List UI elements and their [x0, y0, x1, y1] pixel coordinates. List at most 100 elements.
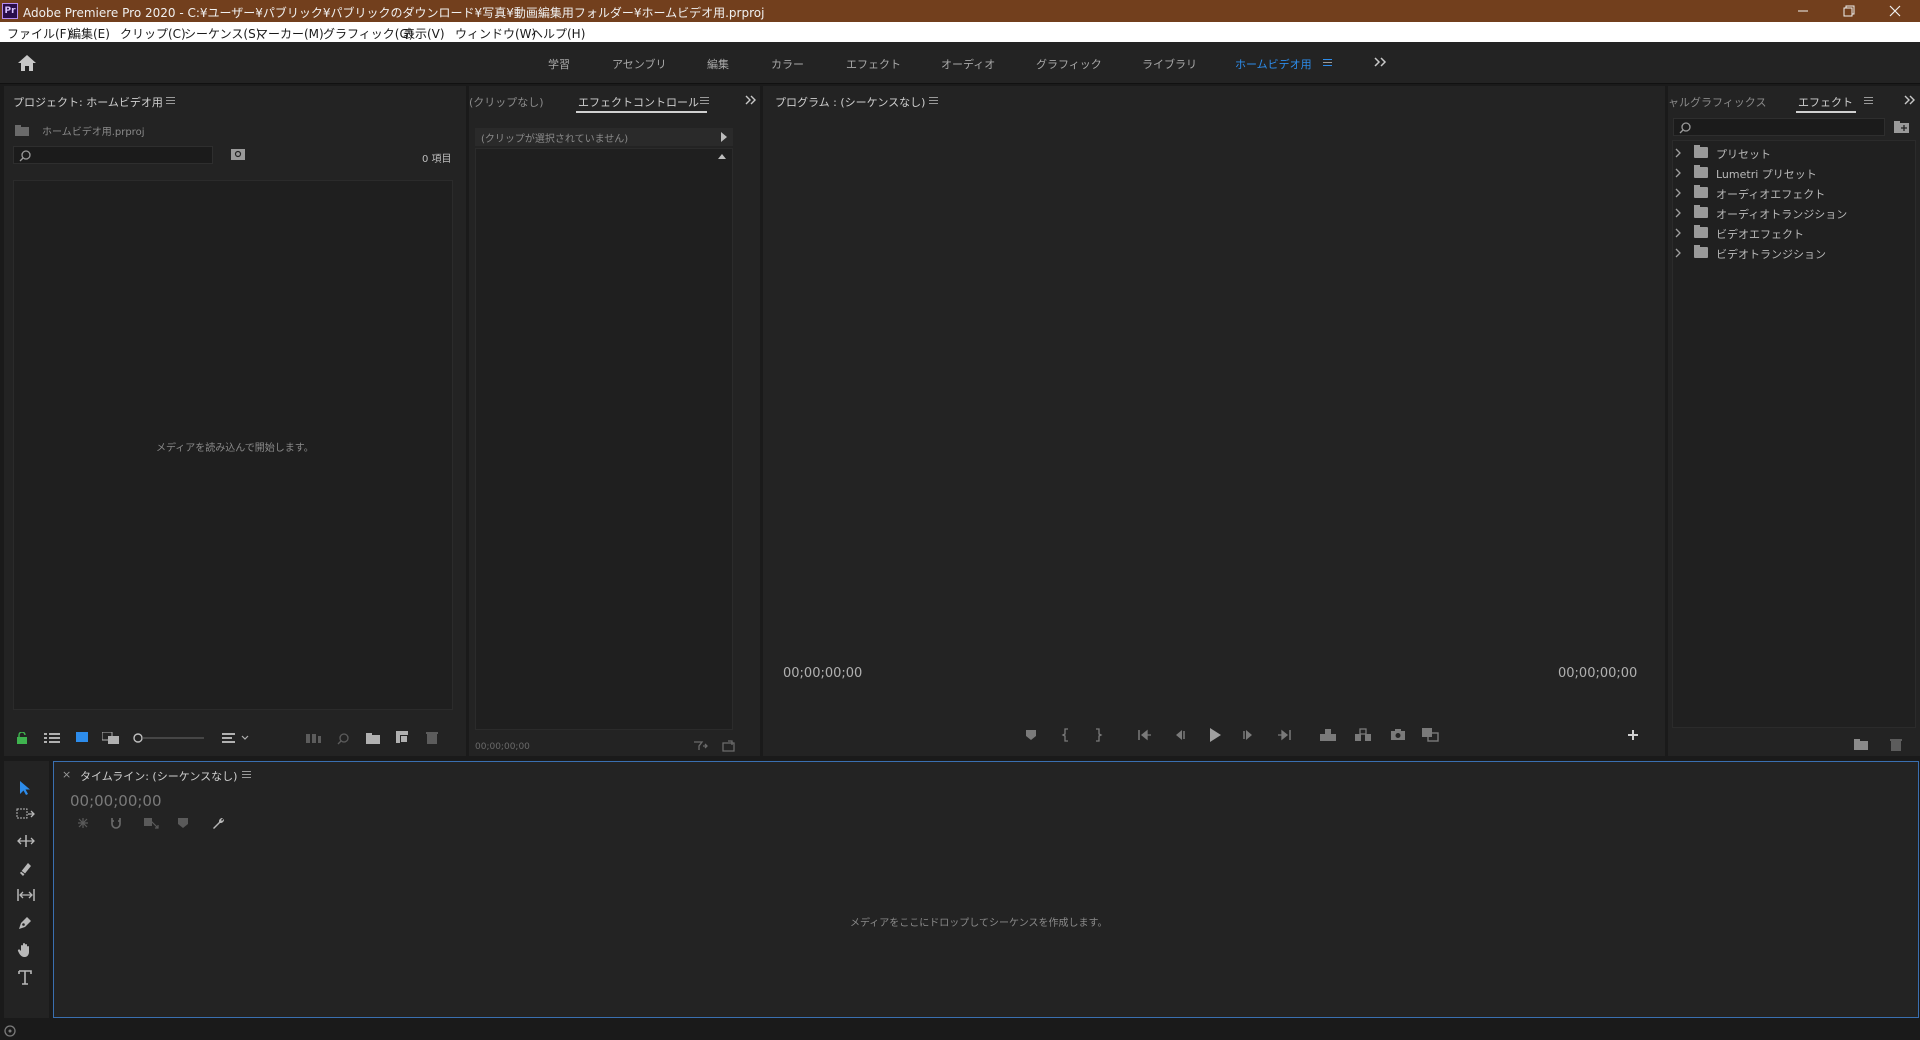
panel-overflow-button[interactable] [1904, 95, 1916, 106]
project-media-list[interactable]: メディアを読み込んで開始します。 [13, 180, 453, 710]
add-marker-button[interactable] [1025, 729, 1037, 741]
timeline-timecode[interactable]: 00;00;00;00 [70, 792, 162, 810]
snap-button[interactable] [110, 817, 122, 829]
hand-tool[interactable] [17, 942, 33, 958]
nest-sequence-button[interactable] [76, 817, 90, 829]
status-indicator[interactable] [3, 1025, 17, 1037]
project-empty-message: メディアを読み込んで開始します。 [156, 443, 314, 454]
list-view-button[interactable] [44, 732, 60, 744]
lock-button[interactable] [16, 732, 28, 744]
step-forward-button[interactable] [1243, 729, 1255, 741]
delete-button[interactable] [426, 731, 438, 744]
project-panel-menu-icon[interactable] [166, 97, 175, 104]
effect-controls-menu-icon[interactable] [700, 97, 709, 104]
effects-panel-menu-icon[interactable] [1864, 97, 1873, 104]
workspace-tab-learning[interactable]: 学習 [548, 56, 570, 72]
export-button[interactable] [722, 740, 736, 752]
menu-edit[interactable]: 編集(E) [69, 25, 110, 42]
track-select-tool[interactable] [16, 807, 36, 821]
razor-tool[interactable] [17, 861, 33, 877]
go-to-out-button[interactable] [1277, 729, 1291, 741]
home-button[interactable] [17, 54, 37, 72]
tab-essential-graphics[interactable]: ャルグラフィックス [1668, 94, 1766, 110]
new-bin-button[interactable] [1854, 738, 1868, 750]
timeline-menu-icon[interactable] [242, 771, 251, 778]
project-panel-title: プロジェクト: ホームビデオ用 [13, 96, 163, 109]
icon-view-button[interactable] [76, 731, 90, 744]
home-icon [18, 55, 36, 71]
add-marker-button[interactable] [177, 817, 189, 829]
chevron-right-icon [1675, 168, 1681, 178]
new-item-icon [396, 731, 408, 743]
panel-overflow-button[interactable] [745, 95, 757, 106]
automate-to-sequence-button[interactable] [306, 732, 322, 744]
workspace-tab-effects[interactable]: エフェクト [846, 56, 901, 72]
effects-search-input[interactable] [1673, 118, 1885, 136]
link-icon [144, 818, 159, 829]
find-button[interactable] [336, 732, 350, 746]
tab-effects[interactable]: エフェクト [1798, 94, 1853, 110]
menu-window[interactable]: ウィンドウ(W) [455, 25, 536, 42]
linked-selection-button[interactable] [143, 817, 159, 829]
tab-effect-controls[interactable]: エフェクトコントロール [578, 94, 699, 110]
list-view-icon [44, 733, 60, 743]
hand-icon [17, 943, 29, 957]
program-current-timecode[interactable]: 00;00;00;00 [783, 666, 862, 681]
workspace-menu-icon[interactable] [1323, 59, 1332, 66]
menu-sequence[interactable]: シーケンス(S) [184, 25, 260, 42]
workspace-overflow-button[interactable] [1373, 56, 1387, 68]
comparison-view-button[interactable] [1421, 727, 1439, 742]
selection-tool[interactable] [17, 780, 33, 796]
sort-icons-button[interactable] [222, 732, 254, 744]
menu-clip[interactable]: クリップ(C) [120, 25, 186, 42]
workspace-tab-libraries[interactable]: ライブラリ [1142, 56, 1197, 72]
clip-selector[interactable]: (クリップが選択されていません) [475, 128, 733, 146]
pen-tool[interactable] [17, 915, 33, 931]
workspace-tab-color[interactable]: カラー [771, 56, 804, 72]
slip-tool[interactable] [16, 888, 36, 902]
button-editor-button[interactable] [1627, 729, 1639, 741]
type-tool[interactable] [17, 969, 33, 985]
close-window-button[interactable] [1872, 0, 1918, 22]
workspace-tab-graphics[interactable]: グラフィック [1036, 56, 1102, 72]
zoom-slider[interactable] [132, 731, 207, 745]
timeline-empty-message: メディアをここにドロップしてシーケンスを作成します。 [850, 918, 1108, 929]
project-search-input[interactable] [13, 146, 213, 164]
sort-icon [222, 733, 249, 743]
filter-button[interactable] [694, 740, 708, 752]
menu-help[interactable]: ヘルプ(H) [531, 25, 585, 42]
workspace-tab-assembly[interactable]: アセンブリ [612, 56, 666, 72]
extract-button[interactable] [1354, 728, 1372, 742]
workspace-tab-editing[interactable]: 編集 [707, 56, 729, 72]
timeline-close-button[interactable]: × [62, 768, 71, 781]
minimize-button[interactable] [1780, 0, 1826, 22]
new-custom-bin-button[interactable] [1894, 120, 1910, 133]
workspace-tab-audio[interactable]: オーディオ [941, 56, 995, 72]
step-back-button[interactable] [1173, 729, 1185, 741]
freeform-view-button[interactable] [102, 732, 120, 744]
ripple-edit-tool[interactable] [16, 834, 36, 848]
menu-view[interactable]: 表示(V) [403, 25, 445, 42]
new-item-button[interactable] [396, 731, 409, 744]
export-frame-button[interactable] [1390, 728, 1406, 741]
tab-source-no-clip[interactable]: (クリップなし) [469, 94, 544, 110]
timeline-track-area[interactable]: メディアをここにドロップしてシーケンスを作成します。 [70, 834, 1902, 1006]
play-button[interactable] [1208, 727, 1222, 743]
workspace-tab-home-video[interactable]: ホームビデオ用 [1235, 56, 1312, 72]
program-video-display[interactable] [763, 114, 1665, 714]
go-to-in-button[interactable] [1138, 729, 1152, 741]
timeline-settings-button[interactable] [211, 816, 225, 830]
menu-graphics[interactable]: グラフィック(G) [323, 25, 413, 42]
program-monitor-menu-icon[interactable] [929, 97, 938, 104]
restore-button[interactable] [1826, 0, 1872, 22]
menu-marker[interactable]: マーカー(M) [256, 25, 324, 42]
new-search-bin-button[interactable] [231, 149, 245, 160]
active-tab-underline [576, 111, 707, 113]
mark-out-button[interactable] [1093, 728, 1103, 742]
new-bin-button[interactable] [366, 732, 380, 744]
menu-file[interactable]: ファイル(F) [7, 25, 71, 42]
delete-button[interactable] [1890, 738, 1902, 751]
mark-in-button[interactable] [1061, 728, 1071, 742]
effect-controls-area[interactable] [475, 148, 733, 730]
lift-button[interactable] [1319, 728, 1337, 742]
